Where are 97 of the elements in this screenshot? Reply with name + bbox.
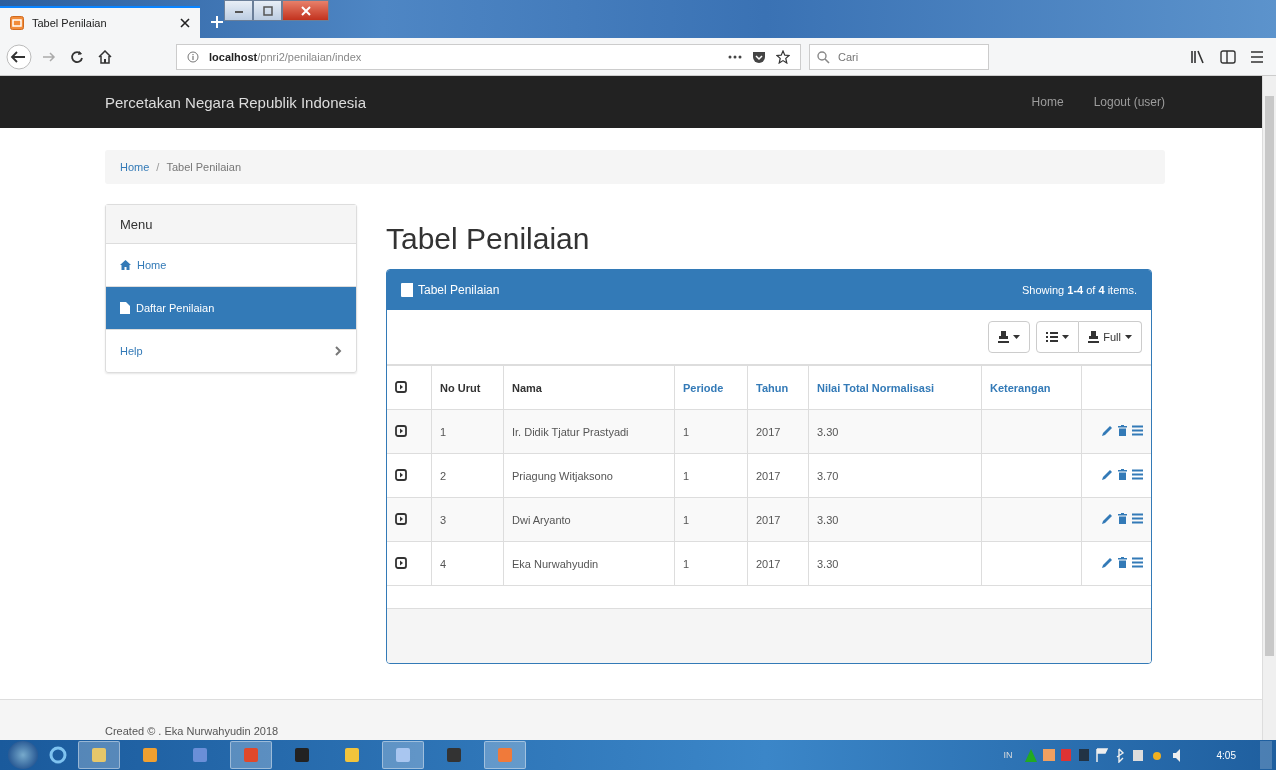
table-cell: 3.30 (817, 513, 839, 526)
panel-title: Tabel Penilaian (418, 283, 500, 297)
trash-icon[interactable] (1117, 469, 1127, 480)
column-header: No Urut (440, 381, 481, 394)
sort-link[interactable]: Tahun (756, 381, 789, 394)
plus-icon[interactable] (210, 15, 224, 29)
pencil-icon[interactable] (1101, 513, 1113, 524)
menu-heading: Menu (106, 205, 356, 244)
browser-icon[interactable] (48, 745, 68, 765)
export-button[interactable] (988, 321, 1031, 353)
table-cell: 2017 (756, 557, 781, 570)
footer-text: Created © . Eka Nurwahyudin 2018 (105, 725, 280, 739)
table-cell: Dwi Aryanto (512, 513, 571, 526)
table-cell: Eka Nurwahyudin (512, 557, 599, 570)
scrollbar[interactable] (1262, 76, 1276, 740)
maximize-icon (262, 5, 273, 16)
list-icon[interactable] (1132, 425, 1143, 436)
table-cell: 2 (440, 469, 447, 482)
start-button[interactable] (8, 741, 38, 769)
trash-icon[interactable] (1117, 425, 1127, 436)
browser-tab[interactable]: Tabel Penilaian (0, 6, 200, 38)
clock[interactable]: 4:05 (1216, 749, 1236, 761)
breadcrumb-current: Tabel Penilaian (166, 161, 242, 173)
nav-link[interactable]: Logout (user) (1093, 95, 1165, 109)
page-title: Tabel Penilaian (386, 222, 591, 257)
info-icon (187, 50, 199, 63)
trash-icon[interactable] (1117, 513, 1127, 524)
book-icon (401, 283, 413, 297)
columns-button[interactable] (1036, 321, 1080, 353)
library-icon[interactable] (1190, 49, 1206, 64)
table-cell: 1 (683, 513, 690, 526)
more-icon[interactable] (728, 54, 742, 59)
brand-link[interactable]: Percetakan Negara Republik Indonesia (105, 93, 366, 111)
summary-text: Showing 1-4 of 4 items. (1022, 284, 1137, 296)
table-cell: 1 (440, 425, 447, 438)
menu-item[interactable]: Help (106, 330, 356, 372)
table-cell: 1 (683, 469, 690, 482)
sidebar-icon[interactable] (1220, 49, 1236, 64)
minimize-button[interactable] (224, 0, 253, 21)
list-icon[interactable] (1132, 469, 1143, 480)
maximize-button[interactable] (253, 0, 282, 21)
sort-link[interactable]: Periode (683, 381, 724, 394)
stamp-icon (1088, 331, 1100, 343)
address-bar[interactable]: localhost/pnri2/penilaian/index (176, 43, 801, 70)
table-cell: Ir. Didik Tjatur Prastyadi (512, 425, 629, 438)
file-icon (120, 302, 130, 314)
caret-icon (1125, 335, 1132, 339)
table-cell: 1 (683, 557, 690, 570)
favicon-icon (10, 16, 24, 30)
list-icon[interactable] (1132, 557, 1143, 568)
table-cell: 3.70 (817, 469, 839, 482)
expand-icon[interactable] (395, 512, 407, 525)
breadcrumb-separator: / (156, 161, 160, 173)
expand-icon[interactable] (395, 424, 407, 437)
home-icon (120, 260, 131, 270)
caret-icon (1062, 335, 1070, 339)
breadcrumb-link[interactable]: Home (120, 161, 150, 173)
table-cell: 2017 (756, 425, 781, 438)
search-icon (817, 50, 830, 64)
toggle-data-button[interactable]: Full (1079, 321, 1142, 353)
close-icon[interactable] (180, 18, 190, 28)
close-window-button[interactable] (282, 0, 329, 21)
list-icon (1046, 332, 1059, 342)
search-field[interactable]: Cari (809, 43, 989, 70)
taskbar-app-icon[interactable] (78, 741, 120, 769)
list-icon[interactable] (1132, 513, 1143, 524)
table-cell: 3.30 (817, 557, 839, 570)
back-icon[interactable] (6, 43, 32, 70)
expand-icon[interactable] (395, 556, 407, 569)
expand-icon[interactable] (395, 468, 407, 481)
home-icon[interactable] (98, 49, 112, 64)
table-cell: 2017 (756, 469, 781, 482)
language-indicator[interactable]: IN (1003, 750, 1013, 760)
shield-icon[interactable] (752, 49, 766, 64)
menu-item[interactable]: Daftar Penilaian (106, 287, 356, 330)
expand-icon[interactable] (395, 380, 407, 393)
table-cell: Priagung Witjaksono (512, 469, 613, 482)
trash-icon[interactable] (1117, 557, 1127, 568)
sort-link[interactable]: Keterangan (990, 381, 1051, 394)
column-header: Nama (512, 381, 542, 394)
table-cell: 3.30 (817, 425, 839, 438)
table-cell: 3 (440, 513, 447, 526)
reload-icon[interactable] (70, 49, 84, 64)
caret-icon (1013, 335, 1021, 339)
menu-icon[interactable] (1250, 50, 1264, 63)
nav-link[interactable]: Home (1031, 95, 1064, 109)
stamp-icon (998, 331, 1010, 343)
pencil-icon[interactable] (1101, 557, 1113, 568)
table-cell: 4 (440, 557, 447, 570)
table-cell: 1 (683, 425, 690, 438)
sort-link[interactable]: Nilai Total Normalisasi (817, 381, 935, 394)
pencil-icon[interactable] (1101, 425, 1113, 436)
close-icon (300, 5, 311, 16)
chevron-right-icon (335, 346, 342, 356)
star-icon[interactable] (776, 49, 790, 64)
pencil-icon[interactable] (1101, 469, 1113, 480)
table-cell: 2017 (756, 513, 781, 526)
